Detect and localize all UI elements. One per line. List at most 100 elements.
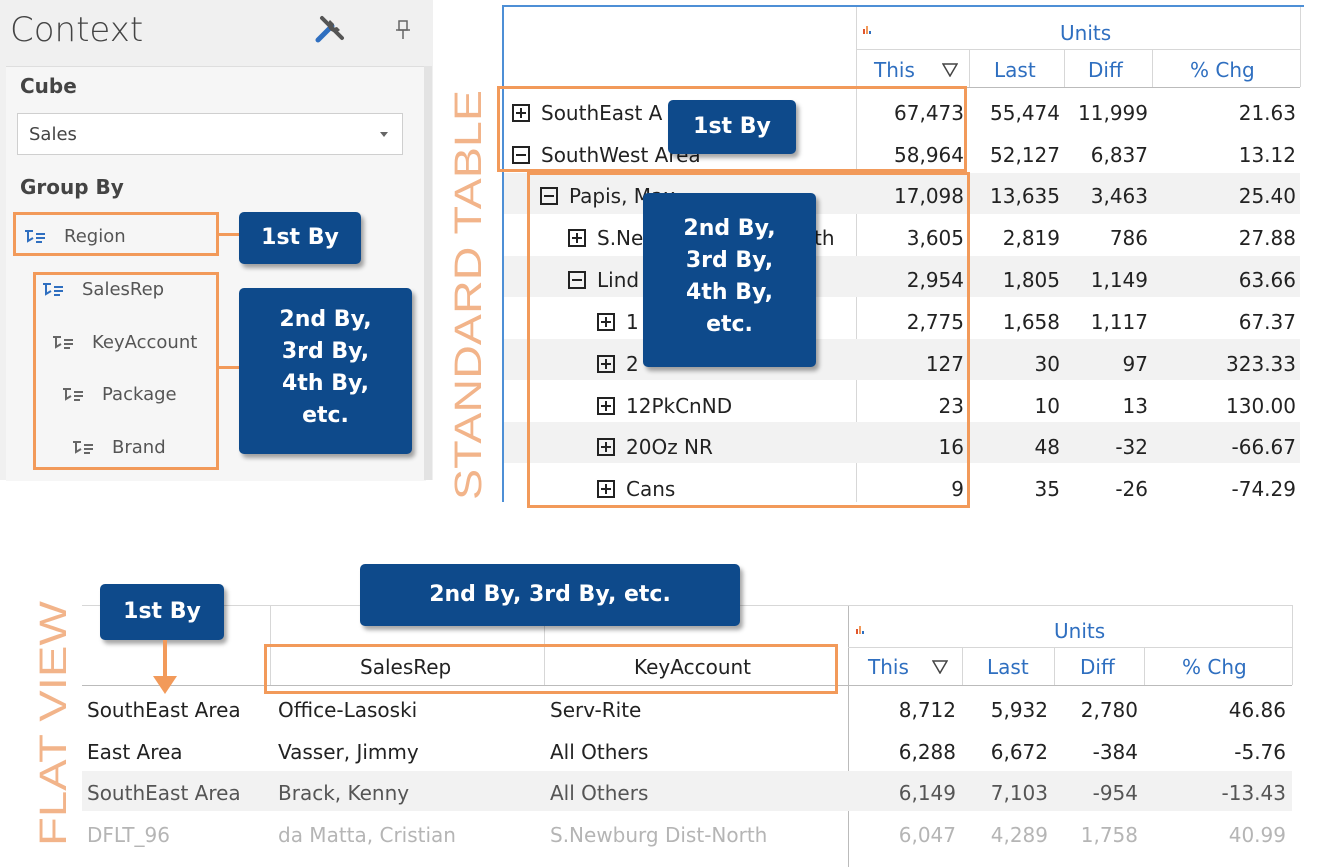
callout-rest-by: 2nd By, 3rd By, etc.: [360, 564, 740, 626]
callout-first-by: 1st By: [239, 212, 361, 264]
cell-last: 13,635: [990, 184, 1060, 208]
cell-this: 6,149: [898, 781, 956, 805]
cell-diff: 3,463: [1090, 184, 1148, 208]
column-header-diff[interactable]: Diff: [1080, 655, 1115, 679]
cell-last: 7,103: [990, 781, 1048, 805]
cell-region: DFLT_96: [87, 823, 170, 847]
cell-region: SouthEast Area: [87, 781, 241, 805]
callout-line: 4th By,: [282, 371, 369, 396]
callout-rest-by: 2nd By, 3rd By, 4th By, etc.: [239, 288, 412, 454]
cell-last: 2,819: [1002, 226, 1060, 250]
column-divider: [1064, 49, 1065, 87]
cell-pct-chg: 46.86: [1228, 698, 1286, 722]
header-divider: [848, 647, 1292, 648]
scrollbar[interactable]: [424, 66, 432, 480]
cell-pct-chg: 25.40: [1238, 184, 1296, 208]
highlight-first-by: [13, 212, 219, 256]
cell-keyaccount: Serv-Rite: [550, 698, 642, 722]
units-group-header: Units: [1054, 619, 1106, 643]
vertical-label-text: FLAT VIEW: [33, 601, 75, 846]
vertical-label-text: STANDARD TABLE: [448, 90, 490, 500]
column-header-last[interactable]: Last: [987, 655, 1029, 679]
pin-icon[interactable]: [395, 20, 411, 40]
chart-icon[interactable]: [862, 25, 872, 35]
cube-select-value: Sales: [29, 124, 77, 145]
column-header-this[interactable]: This: [868, 655, 909, 679]
cell-keyaccount: S.Newburg Dist-North: [550, 823, 768, 847]
cell-pct-chg: 130.00: [1226, 394, 1296, 418]
cell-last: 35: [1034, 477, 1060, 501]
column-header-diff[interactable]: Diff: [1088, 58, 1123, 82]
chart-icon[interactable]: [855, 625, 865, 635]
cell-this: 8,712: [898, 698, 956, 722]
column-divider: [1292, 605, 1293, 685]
cell-diff: -26: [1115, 477, 1148, 501]
tools-icon[interactable]: [314, 12, 348, 46]
cell-diff: 11,999: [1078, 101, 1148, 125]
sort-filter-icon[interactable]: [932, 660, 948, 674]
cell-pct-chg: -5.76: [1234, 740, 1286, 764]
cell-keyaccount: All Others: [550, 781, 649, 805]
cell-diff: -384: [1092, 740, 1138, 764]
callout-line: etc.: [302, 403, 349, 428]
highlight-rest-by: [264, 644, 838, 694]
chevron-down-icon: [380, 132, 388, 137]
cell-pct-chg: -74.29: [1231, 477, 1296, 501]
cell-pct-chg: 13.12: [1238, 143, 1296, 167]
cell-diff: 6,837: [1090, 143, 1148, 167]
column-header-this[interactable]: This: [874, 58, 915, 82]
cell-diff: 97: [1122, 352, 1148, 376]
column-divider: [848, 605, 849, 867]
callout-line: 4th By,: [686, 280, 773, 305]
cell-salesrep: Vasser, Jimmy: [278, 740, 419, 764]
column-divider: [1144, 647, 1145, 685]
cell-this: 6,288: [898, 740, 956, 764]
cell-region: SouthEast Area: [87, 698, 241, 722]
cell-last: 30: [1034, 352, 1060, 376]
callout-line: 2nd By,: [683, 216, 776, 241]
callout-first-by: 1st By: [100, 584, 224, 640]
cell-diff: 1,117: [1090, 310, 1148, 334]
sort-filter-icon[interactable]: [942, 63, 958, 77]
group-by-label: Group By: [20, 175, 124, 199]
cell-salesrep: Office-Lasoski: [278, 698, 418, 722]
cell-last: 1,805: [1002, 268, 1060, 292]
cell-this: 6,047: [898, 823, 956, 847]
cell-keyaccount: All Others: [550, 740, 649, 764]
column-divider: [1054, 647, 1055, 685]
units-group-header: Units: [1060, 21, 1112, 45]
cell-last: 48: [1034, 435, 1060, 459]
cell-last: 10: [1034, 394, 1060, 418]
cube-select[interactable]: Sales: [17, 113, 403, 155]
cube-label: Cube: [20, 74, 77, 98]
vertical-label-standard-table: STANDARD TABLE: [448, 90, 490, 500]
callout-first-by: 1st By: [668, 100, 796, 154]
column-divider: [1152, 49, 1153, 87]
cell-pct-chg: 67.37: [1238, 310, 1296, 334]
column-divider: [1300, 7, 1301, 87]
connector-line: [219, 233, 239, 236]
cell-pct-chg: 27.88: [1238, 226, 1296, 250]
callout-line: etc.: [706, 312, 753, 337]
cell-last: 6,672: [990, 740, 1048, 764]
connector-line: [219, 366, 239, 369]
header-divider: [856, 49, 1300, 50]
column-divider: [969, 49, 970, 87]
callout-rest-by: 2nd By, 3rd By, 4th By, etc.: [643, 193, 816, 367]
column-header-pct-chg[interactable]: % Chg: [1190, 58, 1255, 82]
column-divider: [962, 647, 963, 685]
cell-last: 5,932: [990, 698, 1048, 722]
cell-diff: 786: [1109, 226, 1148, 250]
cell-region: East Area: [87, 740, 183, 764]
cell-last: 1,658: [1002, 310, 1060, 334]
column-header-pct-chg[interactable]: % Chg: [1182, 655, 1247, 679]
cell-diff: 1,758: [1080, 823, 1138, 847]
cell-salesrep: Brack, Kenny: [278, 781, 410, 805]
cell-diff: -954: [1092, 781, 1138, 805]
cell-pct-chg: -13.43: [1221, 781, 1286, 805]
arrow-down-icon: [153, 640, 177, 694]
column-header-last[interactable]: Last: [994, 58, 1036, 82]
cell-last: 55,474: [990, 101, 1060, 125]
cell-pct-chg: 63.66: [1238, 268, 1296, 292]
callout-line: 3rd By,: [685, 248, 774, 273]
